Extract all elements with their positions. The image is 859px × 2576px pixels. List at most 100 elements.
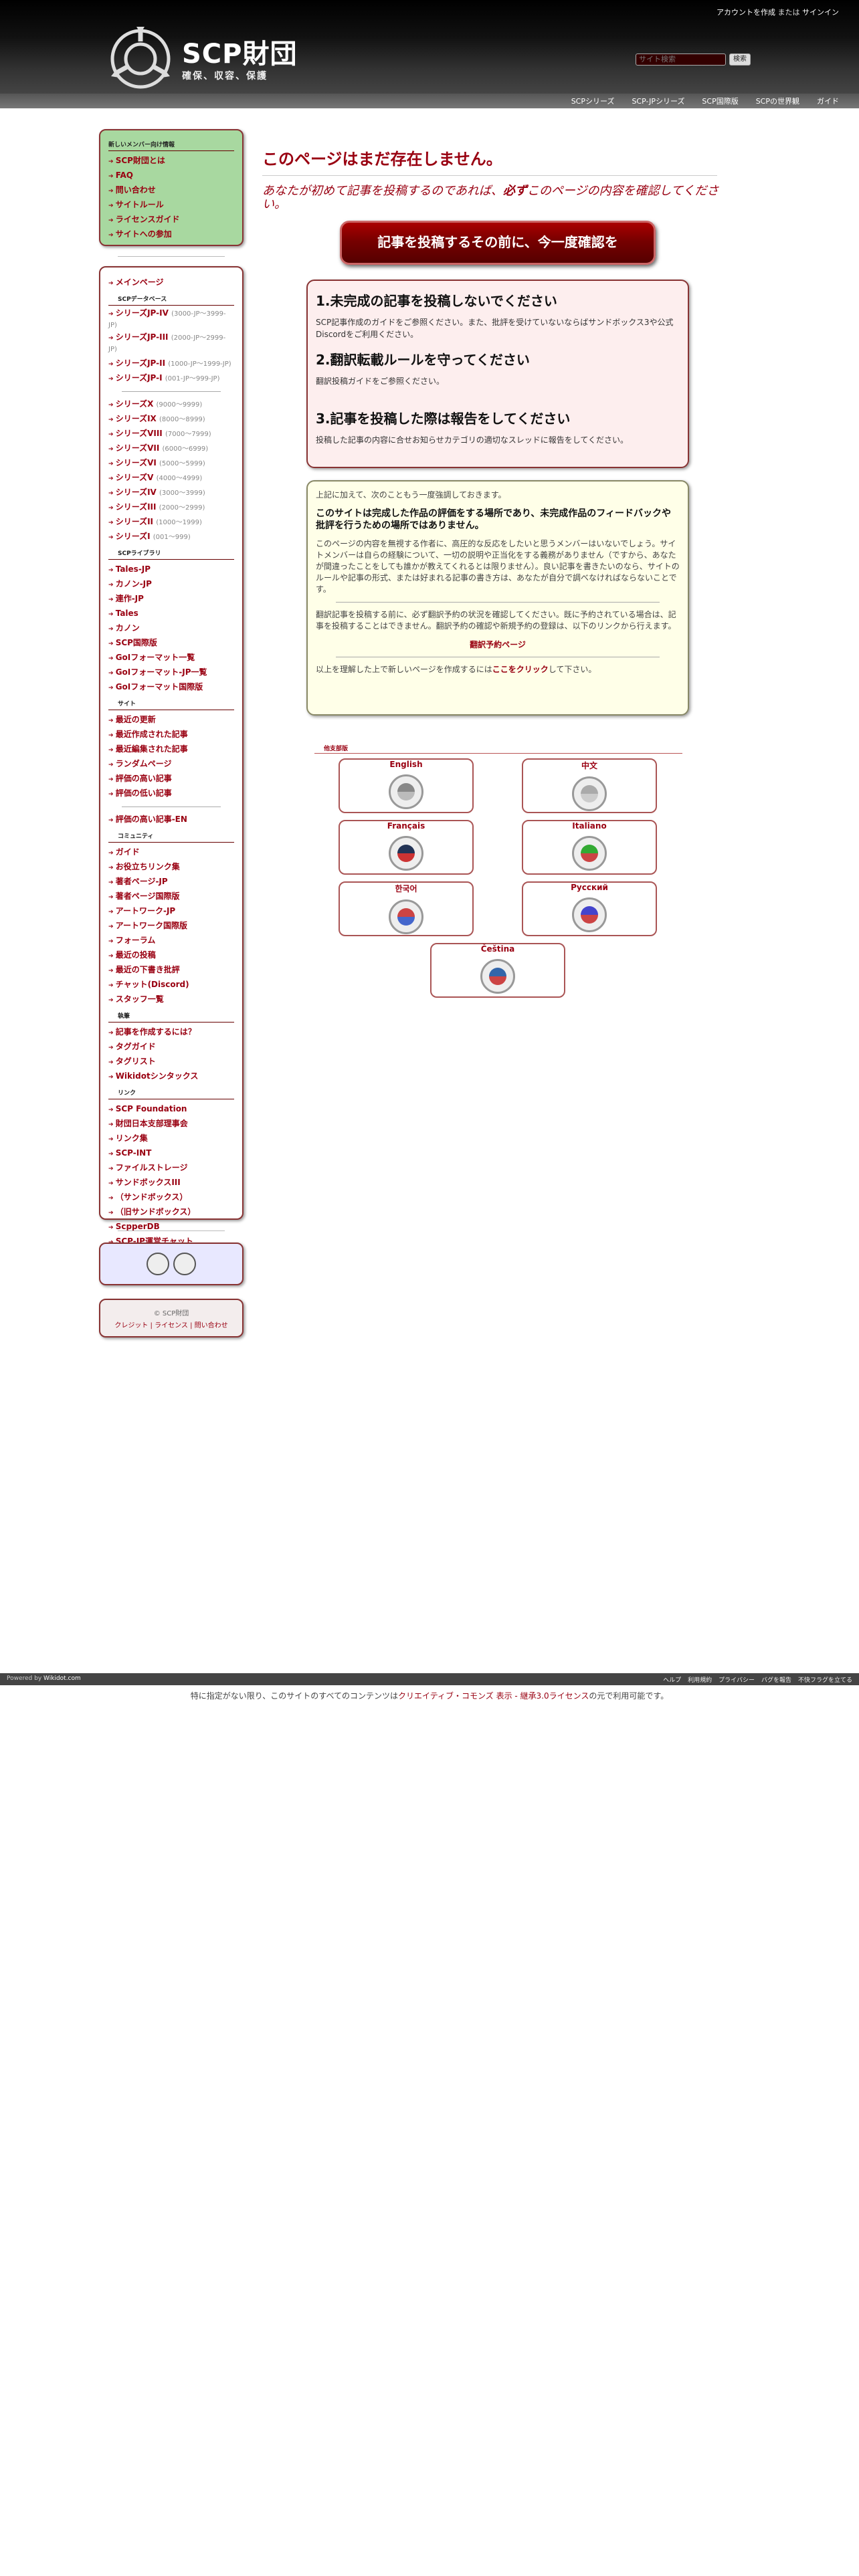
menu-item[interactable]: ➔ ガイド — [108, 845, 234, 860]
arrow-bullet-icon: ➔ — [108, 1180, 116, 1187]
menu-item[interactable]: ➔ 評価の高い記事 — [108, 772, 234, 786]
menu-item[interactable]: ➔ シリーズVIII (7000〜7999) — [108, 427, 234, 441]
menu-item[interactable]: ➔ シリーズIV (3000〜3999) — [108, 486, 234, 500]
scp-logo-icon[interactable] — [173, 1253, 196, 1275]
menu-item[interactable]: ➔ 評価の低い記事 — [108, 786, 234, 801]
branch-link[interactable]: English — [339, 758, 474, 813]
new-member-item[interactable]: ➔ サイトルール — [108, 198, 234, 213]
new-member-item[interactable]: ➔ ライセンスガイド — [108, 213, 234, 227]
menu-item[interactable]: ➔ シリーズJP-II (1000-JP〜1999-JP) — [108, 356, 234, 371]
menu-item[interactable]: ➔ ランダムページ — [108, 757, 234, 772]
menu-item[interactable]: ➔ メインページ — [108, 276, 234, 290]
menu-item[interactable]: ➔ シリーズIX (8000〜8999) — [108, 412, 234, 427]
menu-item[interactable]: ➔ アートワーク-JP — [108, 904, 234, 919]
new-member-item[interactable]: ➔ FAQ — [108, 169, 234, 183]
menu-item[interactable]: ➔ シリーズJP-IV (3000-JP〜3999-JP) — [108, 308, 234, 330]
menu-item[interactable]: ➔ シリーズJP-I (001-JP〜999-JP) — [108, 371, 234, 386]
nav-scp-universe[interactable]: SCPの世界観 — [756, 96, 799, 106]
menu-item[interactable]: ➔ 最近の下書き批評 — [108, 963, 234, 978]
menu-item[interactable]: ➔ 最近の更新 — [108, 713, 234, 728]
flag-icon — [581, 785, 598, 802]
menu-item[interactable]: ➔ Tales-JP — [108, 562, 234, 577]
license-link[interactable]: クリエイティブ・コモンズ 表示 - 継承3.0ライセンス — [398, 1691, 589, 1701]
search-input[interactable] — [636, 53, 726, 66]
menu-item[interactable]: ➔ GoIフォーマット一覧 — [108, 651, 234, 665]
menu-item[interactable]: ➔ シリーズVI (5000〜5999) — [108, 456, 234, 471]
new-member-item[interactable]: ➔ 問い合わせ — [108, 183, 234, 198]
footer-privacy-link[interactable]: プライバシー — [719, 1675, 755, 1684]
new-member-item[interactable]: ➔ SCP財団とは — [108, 154, 234, 169]
menu-item[interactable]: ➔ シリーズX (9000〜9999) — [108, 397, 234, 412]
scp-logo-icon[interactable] — [147, 1253, 169, 1275]
menu-item[interactable]: ➔ シリーズVII (6000〜6999) — [108, 441, 234, 456]
menu-item[interactable]: ➔ フォーラム — [108, 934, 234, 948]
menu-item[interactable]: ➔ 最近の投稿 — [108, 948, 234, 963]
nav-scp-international[interactable]: SCP国際版 — [702, 96, 738, 106]
menu-item[interactable]: ➔ シリーズV (4000〜4999) — [108, 471, 234, 486]
branch-link[interactable]: Français — [339, 820, 474, 875]
footer-help-link[interactable]: ヘルプ — [663, 1675, 681, 1684]
scp-logo-icon[interactable] — [107, 25, 174, 92]
wikidot-link[interactable]: Wikidot.com — [43, 1675, 81, 1682]
site-title[interactable]: SCP財団 — [182, 32, 297, 71]
menu-item[interactable]: ➔ タグガイド — [108, 1040, 234, 1055]
menu-item[interactable]: ➔ シリーズII (1000〜1999) — [108, 515, 234, 530]
menu-item[interactable]: ➔ シリーズI (001〜999) — [108, 530, 234, 544]
menu-item[interactable]: ➔ SCP-INT — [108, 1146, 234, 1161]
menu-item[interactable]: ➔ サンドボックスIII — [108, 1176, 234, 1190]
branch-link[interactable]: 한국어 — [339, 881, 474, 936]
menu-item[interactable]: ➔ （サンドボックス） — [108, 1190, 234, 1205]
menu-item[interactable]: ➔ 最近編集された記事 — [108, 742, 234, 757]
menu-item[interactable]: ➔ 最近作成された記事 — [108, 728, 234, 742]
footer-flag-link[interactable]: 不快フラグを立てる — [798, 1675, 852, 1684]
search-button[interactable]: 検索 — [729, 53, 751, 66]
branch-link[interactable]: 中文 — [522, 758, 657, 813]
menu-item[interactable]: ➔ 著者ページ国際版 — [108, 889, 234, 904]
menu-item[interactable]: ➔ スタッフ一覧 — [108, 992, 234, 1007]
nav-scp-jp-series[interactable]: SCP-JPシリーズ — [632, 96, 684, 106]
menu-item[interactable]: ➔ 財団日本支部理事会 — [108, 1117, 234, 1132]
menu-item[interactable]: ➔ （旧サンドボックス） — [108, 1205, 234, 1220]
menu-item[interactable]: ➔ Tales — [108, 607, 234, 621]
menu-item[interactable]: ➔ GoIフォーマット国際版 — [108, 680, 234, 695]
menu-item[interactable]: ➔ シリーズJP-III (2000-JP〜2999-JP) — [108, 332, 234, 354]
menu-item[interactable]: ➔ SCP国際版 — [108, 636, 234, 651]
menu-item[interactable]: ➔ ScpperDB — [108, 1220, 234, 1235]
create-page-link[interactable]: ここをクリック — [492, 665, 549, 674]
arrow-bullet-icon: ➔ — [108, 597, 116, 603]
footer-terms-link[interactable]: 利用規約 — [688, 1675, 712, 1684]
menu-item[interactable]: ➔ ファイルストレージ — [108, 1161, 234, 1176]
menu-item[interactable]: ➔ 評価の高い記事-EN — [108, 813, 234, 827]
menu-item[interactable]: ➔ GoIフォーマット-JP一覧 — [108, 665, 234, 680]
menu-separator — [122, 391, 221, 392]
copyright-links[interactable]: クレジット | ライセンス | 問い合わせ — [100, 1320, 242, 1332]
nav-scp-series[interactable]: SCPシリーズ — [571, 96, 615, 106]
menu-item[interactable]: ➔ SCP Foundation — [108, 1102, 234, 1117]
new-member-item[interactable]: ➔ サイトへの参加 — [108, 227, 234, 242]
translation-reserve-link[interactable]: 翻訳予約ページ — [316, 639, 680, 650]
menu-item[interactable]: ➔ カノン-JP — [108, 577, 234, 592]
branch-link[interactable]: Čeština — [430, 943, 565, 998]
menu-item[interactable]: ➔ カノン — [108, 621, 234, 636]
menu-item[interactable]: ➔ リンク集 — [108, 1132, 234, 1146]
check-before-posting-button[interactable]: 記事を投稿するその前に、今一度確認を — [340, 221, 656, 265]
nav-guide[interactable]: ガイド — [817, 96, 839, 106]
branch-link[interactable]: Русский — [522, 881, 657, 936]
menu-item[interactable]: ➔ 連作-JP — [108, 592, 234, 607]
branch-link[interactable]: Italiano — [522, 820, 657, 875]
arrow-bullet-icon: ➔ — [108, 505, 116, 512]
menu-item[interactable]: ➔ シリーズIII (2000〜2999) — [108, 500, 234, 515]
footer-report-bug-link[interactable]: バグを報告 — [761, 1675, 791, 1684]
flag-icon — [489, 968, 506, 985]
menu-item[interactable]: ➔ Wikidotシンタックス — [108, 1069, 234, 1084]
menu-item[interactable]: ➔ 記事を作成するには？ — [108, 1025, 234, 1040]
sign-in-link[interactable]: サインイン — [802, 8, 839, 17]
menu-item[interactable]: ➔ チャット(Discord) — [108, 978, 234, 992]
menu-item[interactable]: ➔ お役立ちリンク集 — [108, 860, 234, 875]
create-account-link[interactable]: アカウントを作成 — [717, 8, 775, 17]
menu-item[interactable]: ➔ アートワーク国際版 — [108, 919, 234, 934]
menu-item[interactable]: ➔ タグリスト — [108, 1055, 234, 1069]
rule-text[interactable]: 翻訳投稿ガイドをご参照ください。 — [316, 375, 680, 387]
menu-item[interactable]: ➔ 著者ページ-JP — [108, 875, 234, 889]
branch-name: Čeština — [480, 944, 515, 954]
